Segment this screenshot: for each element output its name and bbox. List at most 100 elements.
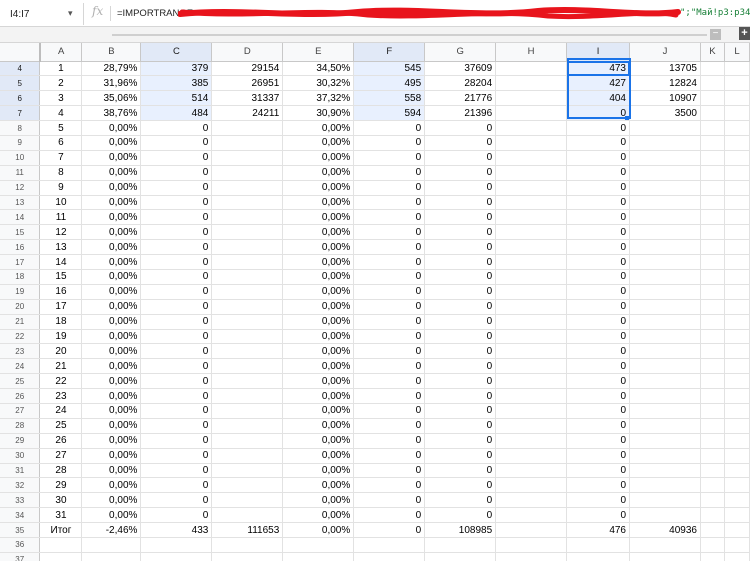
- cell-e23[interactable]: 0,00%: [282, 343, 355, 360]
- cell-h34[interactable]: [495, 507, 568, 524]
- cell-i9[interactable]: 0: [566, 135, 630, 151]
- cell-i5[interactable]: 427: [566, 75, 630, 92]
- cell-k8[interactable]: [700, 120, 725, 136]
- cell-l6[interactable]: [724, 90, 750, 107]
- cell-c27[interactable]: 0: [140, 403, 213, 419]
- cell-e15[interactable]: 0,00%: [282, 224, 355, 241]
- cell-b24[interactable]: 0,00%: [81, 358, 142, 375]
- cell-g12[interactable]: 0: [424, 180, 497, 196]
- cell-h23[interactable]: [495, 343, 568, 360]
- cell-e20[interactable]: 0,00%: [282, 299, 355, 315]
- cell-g24[interactable]: 0: [424, 358, 497, 375]
- cell-j18[interactable]: [629, 269, 701, 285]
- cell-j5[interactable]: 12824: [629, 75, 701, 92]
- row-header[interactable]: 20: [0, 299, 41, 315]
- cell-k16[interactable]: [700, 239, 725, 256]
- cell-h18[interactable]: [495, 269, 568, 285]
- cell-i35[interactable]: 476: [566, 522, 630, 538]
- cell-f13[interactable]: 0: [353, 195, 426, 211]
- cell-i15[interactable]: 0: [566, 224, 630, 241]
- cell-b33[interactable]: 0,00%: [81, 492, 142, 509]
- cell-e22[interactable]: 0,00%: [282, 329, 355, 345]
- cell-k10[interactable]: [700, 150, 725, 166]
- cell-k33[interactable]: [700, 492, 725, 509]
- cell-e30[interactable]: 0,00%: [282, 448, 355, 464]
- cell-g37[interactable]: [424, 552, 497, 561]
- cell-d17[interactable]: [211, 254, 284, 270]
- cell-i18[interactable]: 0: [566, 269, 630, 285]
- cell-c22[interactable]: 0: [140, 329, 213, 345]
- cell-e32[interactable]: 0,00%: [282, 477, 355, 494]
- cell-f17[interactable]: 0: [353, 254, 426, 270]
- cell-c20[interactable]: 0: [140, 299, 213, 315]
- cell-k21[interactable]: [700, 314, 725, 330]
- cell-h5[interactable]: [495, 75, 568, 92]
- cell-k12[interactable]: [700, 180, 725, 196]
- cell-a30[interactable]: 27: [39, 448, 83, 464]
- cell-i17[interactable]: 0: [566, 254, 630, 270]
- cell-a34[interactable]: 31: [39, 507, 83, 524]
- cell-f36[interactable]: [353, 537, 426, 553]
- cell-h22[interactable]: [495, 329, 568, 345]
- cell-j9[interactable]: [629, 135, 701, 151]
- row-header[interactable]: 37: [0, 552, 41, 561]
- cell-d35[interactable]: 111653: [211, 522, 284, 538]
- cell-a14[interactable]: 11: [39, 209, 83, 226]
- cell-g14[interactable]: 0: [424, 209, 497, 226]
- cell-c23[interactable]: 0: [140, 343, 213, 360]
- cell-g15[interactable]: 0: [424, 224, 497, 241]
- cell-h6[interactable]: [495, 90, 568, 107]
- cell-k18[interactable]: [700, 269, 725, 285]
- cell-k4[interactable]: [700, 61, 725, 77]
- cell-l22[interactable]: [724, 329, 750, 345]
- row-header[interactable]: 35: [0, 522, 41, 538]
- cell-f10[interactable]: 0: [353, 150, 426, 166]
- cell-c34[interactable]: 0: [140, 507, 213, 524]
- cell-c4[interactable]: 379: [140, 61, 213, 77]
- cell-e10[interactable]: 0,00%: [282, 150, 355, 166]
- cell-j21[interactable]: [629, 314, 701, 330]
- cell-f34[interactable]: 0: [353, 507, 426, 524]
- cell-f22[interactable]: 0: [353, 329, 426, 345]
- cell-j32[interactable]: [629, 477, 701, 494]
- cell-c18[interactable]: 0: [140, 269, 213, 285]
- cell-i25[interactable]: 0: [566, 373, 630, 390]
- cell-f24[interactable]: 0: [353, 358, 426, 375]
- cell-i23[interactable]: 0: [566, 343, 630, 360]
- cell-b6[interactable]: 35,06%: [81, 90, 142, 107]
- cell-b22[interactable]: 0,00%: [81, 329, 142, 345]
- cell-e8[interactable]: 0,00%: [282, 120, 355, 136]
- cell-k26[interactable]: [700, 388, 725, 404]
- cell-h17[interactable]: [495, 254, 568, 270]
- cell-c26[interactable]: 0: [140, 388, 213, 404]
- cell-l16[interactable]: [724, 239, 750, 256]
- cell-c14[interactable]: 0: [140, 209, 213, 226]
- cell-c37[interactable]: [140, 552, 213, 561]
- cell-c15[interactable]: 0: [140, 224, 213, 241]
- cell-b21[interactable]: 0,00%: [81, 314, 142, 330]
- cell-a21[interactable]: 18: [39, 314, 83, 330]
- cell-c6[interactable]: 514: [140, 90, 213, 107]
- cell-b5[interactable]: 31,96%: [81, 75, 142, 92]
- cell-b35[interactable]: -2,46%: [81, 522, 142, 538]
- cell-g33[interactable]: 0: [424, 492, 497, 509]
- cell-a22[interactable]: 19: [39, 329, 83, 345]
- cell-e19[interactable]: 0,00%: [282, 284, 355, 300]
- row-header[interactable]: 27: [0, 403, 41, 419]
- cell-f35[interactable]: 0: [353, 522, 426, 538]
- cell-i16[interactable]: 0: [566, 239, 630, 256]
- cell-d13[interactable]: [211, 195, 284, 211]
- column-header-h[interactable]: H: [495, 43, 568, 62]
- cell-e37[interactable]: [282, 552, 355, 561]
- cell-a23[interactable]: 20: [39, 343, 83, 360]
- cell-f29[interactable]: 0: [353, 433, 426, 449]
- cell-d20[interactable]: [211, 299, 284, 315]
- cell-d22[interactable]: [211, 329, 284, 345]
- row-header[interactable]: 23: [0, 343, 41, 360]
- cell-a35[interactable]: Итог: [39, 522, 83, 538]
- cell-h30[interactable]: [495, 448, 568, 464]
- cell-l10[interactable]: [724, 150, 750, 166]
- cell-e29[interactable]: 0,00%: [282, 433, 355, 449]
- cell-g25[interactable]: 0: [424, 373, 497, 390]
- cell-f18[interactable]: 0: [353, 269, 426, 285]
